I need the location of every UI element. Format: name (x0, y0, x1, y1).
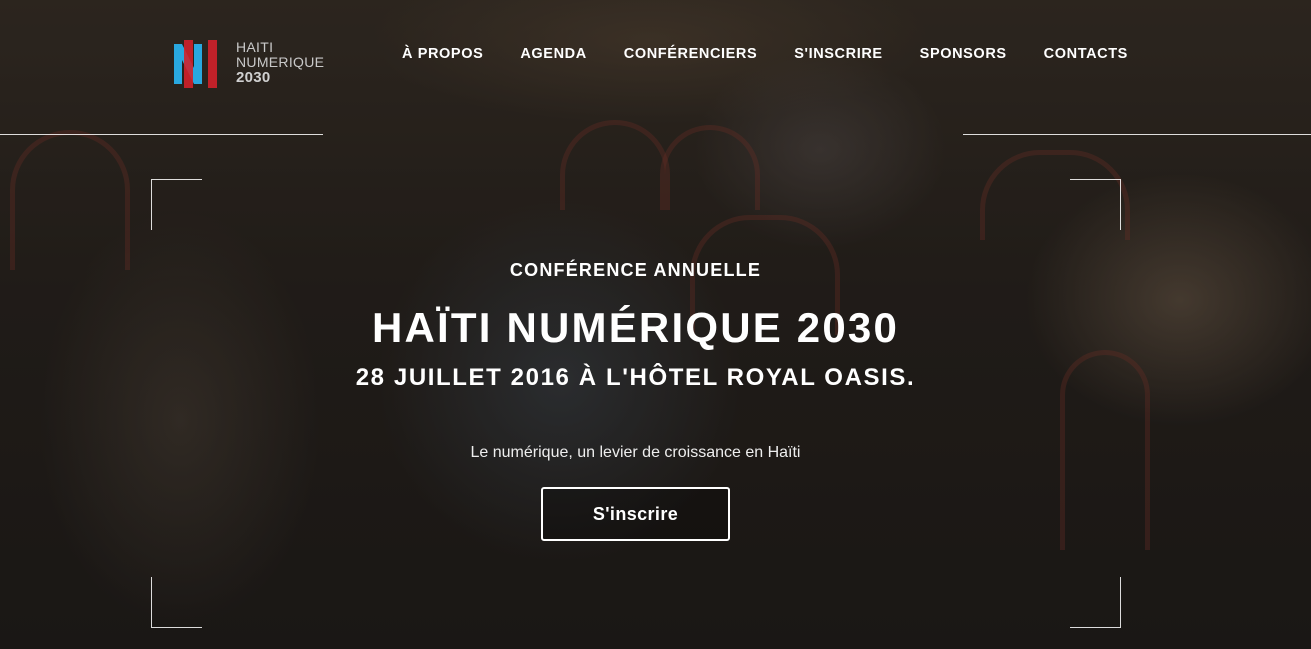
nav-link-sponsors[interactable]: SPONSORS (920, 46, 1007, 62)
register-button[interactable]: S'inscrire (541, 487, 730, 541)
nav-link-contacts[interactable]: CONTACTS (1044, 46, 1128, 62)
frame-corner-bottom-left (151, 577, 202, 628)
hero-kicker: CONFÉRENCE ANNUELLE (509, 260, 762, 280)
frame-corner-top-right (1070, 179, 1121, 230)
hero-tagline: Le numérique, un levier de croissance en… (470, 444, 801, 461)
hero-section: HAITI NUMERIQUE 2030 À PROPOS AGENDA CON… (0, 0, 1311, 649)
logo-text: HAITI NUMERIQUE 2030 (236, 39, 325, 86)
logo-mark-icon (174, 40, 217, 88)
site-logo[interactable]: HAITI NUMERIQUE 2030 (172, 38, 332, 90)
logo-line-1: HAITI (236, 39, 274, 55)
nav-link-a-propos[interactable]: À PROPOS (402, 46, 483, 62)
nav-link-agenda[interactable]: AGENDA (520, 46, 586, 62)
logo-line-2: NUMERIQUE (236, 54, 325, 70)
frame-corner-top-left (151, 179, 202, 230)
main-nav: À PROPOS AGENDA CONFÉRENCIERS S'INSCRIRE… (402, 46, 1128, 62)
header-divider-left (0, 134, 323, 135)
header-divider-right (963, 134, 1311, 135)
frame-corner-bottom-right (1070, 577, 1121, 628)
logo-line-3: 2030 (236, 69, 271, 86)
hero-subtitle: 28 JUILLET 2016 À L'HÔTEL ROYAL OASIS. (355, 364, 916, 391)
nav-link-sinscrire[interactable]: S'INSCRIRE (794, 46, 882, 62)
hero-title: HAÏTI NUMÉRIQUE 2030 (371, 304, 900, 351)
nav-link-conferenciers[interactable]: CONFÉRENCIERS (624, 46, 757, 62)
